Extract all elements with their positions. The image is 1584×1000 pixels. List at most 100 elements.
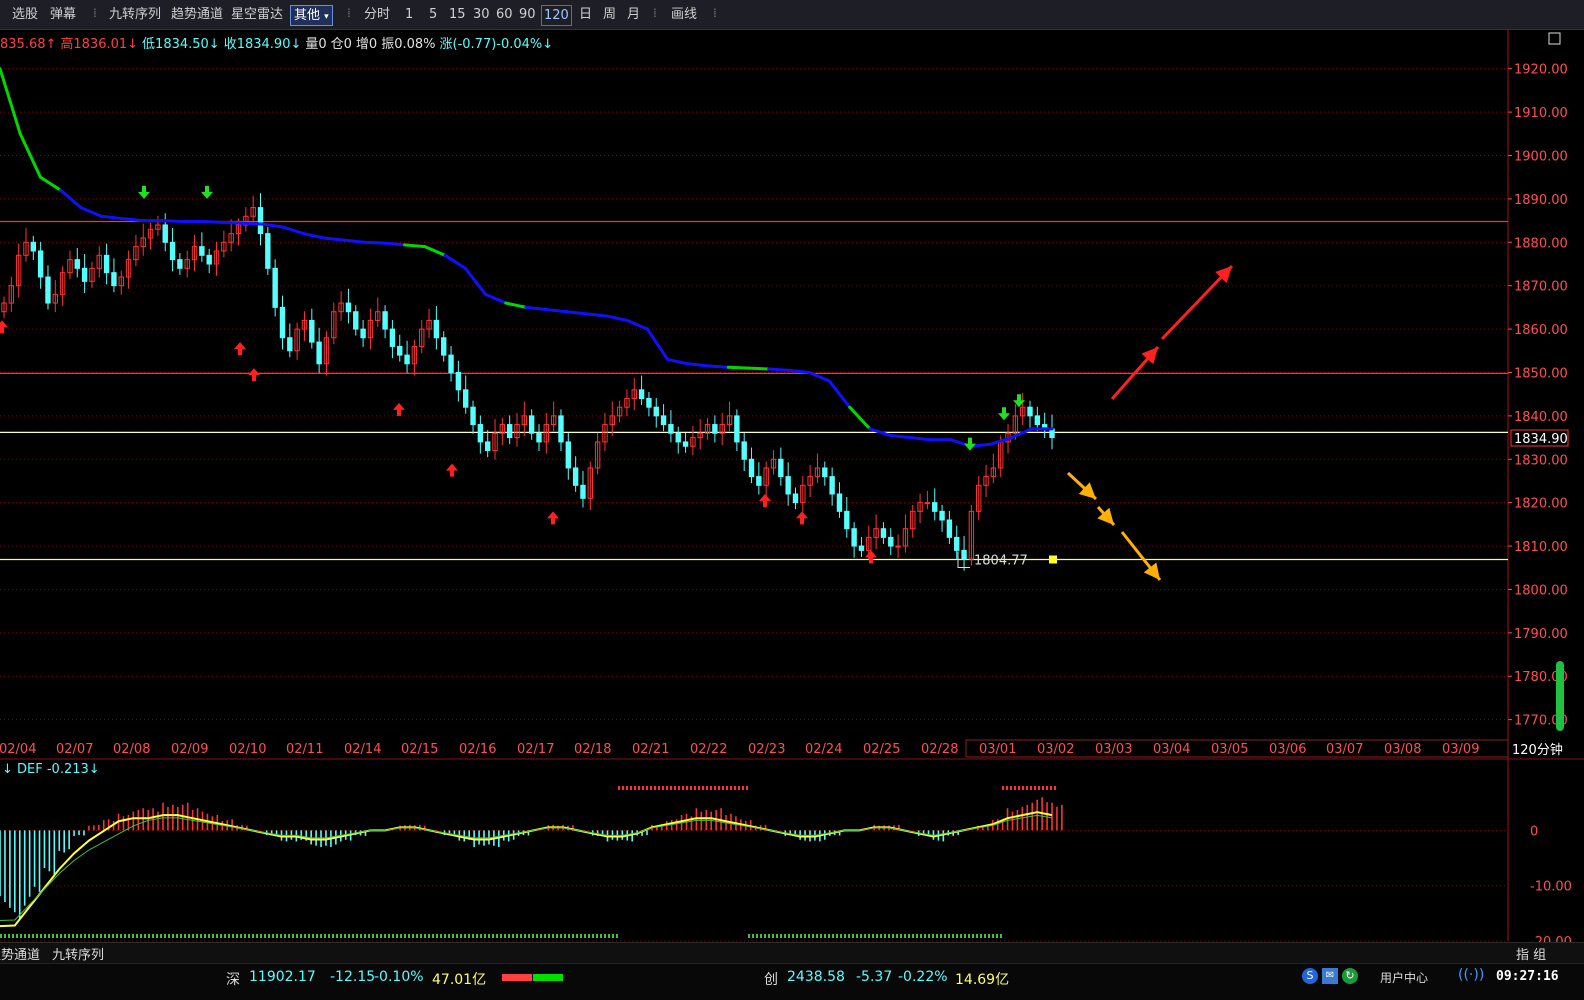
sub-y-tick-label: -20.00 — [1530, 935, 1572, 942]
period-15[interactable]: 15 — [449, 5, 466, 24]
x-tick-label: 03/01 — [979, 742, 1016, 757]
ma-line-segment — [261, 222, 285, 229]
trend-arrow-down-head — [1143, 562, 1160, 580]
buy-arrow-icon — [547, 511, 559, 525]
period-timeshare[interactable]: 分时 — [364, 5, 390, 24]
candle-body — [954, 536, 960, 551]
clock: 09:27:16 — [1496, 969, 1559, 984]
sz-updown-bar-red — [502, 974, 532, 981]
period-day[interactable]: 日 — [579, 5, 592, 24]
y-tick-label: 1810.00 — [1514, 540, 1568, 555]
ma-line-segment — [625, 318, 649, 331]
period-1[interactable]: 1 — [405, 5, 413, 24]
toolbar-item-danmaku[interactable]: 弹幕 — [50, 5, 76, 24]
x-tick-label: 02/08 — [113, 742, 150, 757]
sell-arrow-icon — [138, 185, 150, 199]
period-120[interactable]: 120 — [541, 5, 572, 26]
ma-line-segment — [382, 241, 407, 247]
candle-body — [45, 276, 51, 304]
ma-line-segment — [605, 314, 629, 322]
candle-body — [257, 207, 264, 235]
candle-body — [81, 267, 88, 282]
candle-body — [844, 510, 850, 530]
candle-body — [1027, 406, 1033, 417]
ma-line-segment — [18, 132, 42, 179]
buy-arrow-icon — [796, 511, 808, 525]
indicator-tab-trend[interactable]: 趋势通道 — [0, 944, 40, 963]
candle-body — [309, 319, 315, 343]
separator-dots-icon: ⁞ — [347, 6, 351, 20]
ma-line-segment — [726, 365, 751, 370]
buy-arrow-icon — [446, 463, 458, 477]
toolbar-item-star-radar[interactable]: 星空雷达 — [231, 5, 283, 24]
ma-line-segment — [585, 312, 609, 318]
indicator-tab-nine-turn[interactable]: 九转序列 — [52, 944, 104, 963]
y-tick-label: 1800.00 — [1514, 583, 1568, 598]
candle-body — [668, 424, 674, 434]
candle-body — [961, 549, 967, 560]
cy-label: 创 — [764, 972, 778, 988]
candle-body — [441, 337, 447, 356]
period-90[interactable]: 90 — [519, 5, 536, 24]
period-month[interactable]: 月 — [627, 5, 640, 24]
x-tick-label: 02/16 — [459, 742, 496, 757]
candle-body — [360, 328, 366, 339]
toolbar-item-select-stock[interactable]: 选股 — [12, 5, 38, 24]
ma-line-segment — [322, 236, 346, 242]
ma-line-segment — [767, 367, 791, 372]
candle-body — [470, 406, 476, 426]
period-60[interactable]: 60 — [496, 5, 513, 24]
sz-amount: 47.01亿 — [432, 972, 487, 988]
candle-body — [1034, 415, 1041, 426]
period-5[interactable]: 5 — [429, 5, 437, 24]
candle-body — [932, 502, 938, 512]
toolbar-item-nine-turn[interactable]: 九转序列 — [109, 5, 161, 24]
cy-change: -5.37 — [856, 969, 893, 985]
indicator-group-button[interactable]: 指 组 — [1516, 944, 1546, 963]
other-dropdown[interactable]: 其他 ▾ — [290, 5, 333, 26]
s-logo-icon[interactable]: S — [1302, 968, 1318, 984]
candle-body — [272, 267, 278, 308]
draw-line-button[interactable]: 画线 — [671, 5, 697, 24]
buy-arrow-icon — [865, 550, 877, 564]
period-week[interactable]: 周 — [603, 5, 616, 24]
ma-line-segment — [544, 308, 568, 314]
y-tick-label: 1880.00 — [1514, 236, 1568, 251]
candle-body — [536, 432, 542, 443]
kline-chart[interactable]: 1920.00 1910.00 1900.00 1890.00 1880.00 1870.… — [0, 29, 1584, 942]
x-tick-label: 02/17 — [517, 742, 554, 757]
candle-body — [37, 250, 44, 278]
buy-arrow-icon — [248, 368, 260, 382]
ma-line-segment — [38, 175, 63, 192]
ma-line-segment — [301, 232, 326, 240]
buy-arrow-icon — [234, 342, 246, 356]
candle-body — [279, 306, 286, 339]
ma-line-segment — [403, 243, 427, 249]
chevron-down-icon: ▾ — [324, 12, 329, 22]
sell-arrow-icon — [964, 437, 976, 451]
user-center-link[interactable]: 用户中心 — [1380, 969, 1428, 986]
ma-line-segment — [484, 292, 508, 305]
ma-line-segment — [524, 305, 548, 312]
indicator-tab-bar: 趋势通道 九转序列 指 组 — [0, 942, 1584, 963]
toolbar: 选股 弹幕 ⁞ 九转序列 趋势通道 星空雷达 其他 ▾ ⁞ 分时 1 5 15 … — [0, 0, 1584, 30]
candle-body — [397, 345, 403, 356]
message-icon[interactable]: ✉ — [1322, 968, 1338, 984]
current-price-label: 1834.90 — [1514, 432, 1568, 447]
ma-line-segment — [666, 357, 690, 366]
candle-body — [682, 441, 689, 447]
period-30[interactable]: 30 — [473, 5, 490, 24]
buy-arrow-icon — [0, 320, 8, 334]
candle-body — [712, 424, 718, 434]
ma-line-segment — [99, 214, 123, 220]
toolbar-item-trend-channel[interactable]: 趋势通道 — [171, 5, 223, 24]
x-tick-label: 02/15 — [401, 742, 438, 757]
y-tick-label: 1900.00 — [1514, 150, 1568, 165]
candle-body — [382, 311, 388, 330]
x-tick-label: 02/22 — [690, 742, 727, 757]
candle-body — [484, 441, 491, 452]
ma-line-segment — [827, 379, 852, 409]
ma-line-segment — [200, 219, 225, 224]
refresh-icon[interactable]: ↻ — [1342, 968, 1358, 984]
candle-body — [778, 458, 784, 478]
